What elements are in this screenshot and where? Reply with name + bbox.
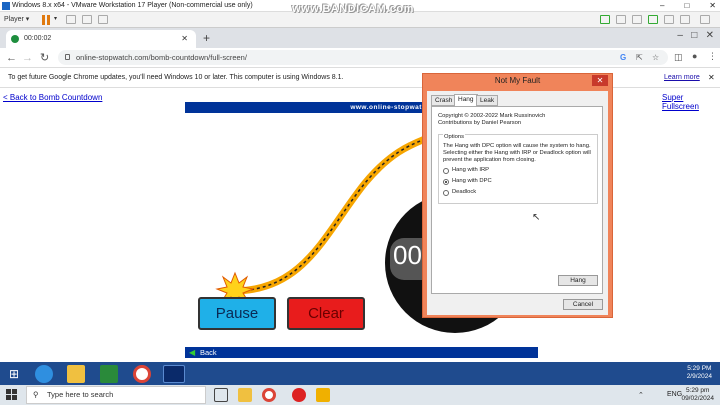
ie-icon[interactable] bbox=[35, 365, 53, 383]
options-desc-3: prevent the application from closing. bbox=[443, 157, 536, 163]
device-icon[interactable] bbox=[664, 15, 674, 24]
tab-leak[interactable]: Leak bbox=[476, 95, 499, 106]
chrome-icon[interactable] bbox=[262, 388, 276, 402]
device-icon[interactable] bbox=[680, 15, 690, 24]
vmware-window-title: Windows 8.x x64 - VMware Workstation 17 … bbox=[12, 2, 253, 9]
taskbar-search-input[interactable]: ⚲ Type here to search bbox=[26, 386, 206, 404]
radio-deadlock[interactable] bbox=[443, 190, 449, 196]
radio-label: Deadlock bbox=[452, 189, 477, 195]
pause-vm-icon[interactable] bbox=[42, 15, 45, 25]
google-icon[interactable]: G bbox=[620, 50, 626, 65]
start-windows-icon[interactable] bbox=[6, 389, 18, 401]
clear-button[interactable]: Clear bbox=[287, 297, 365, 330]
notmyfault-dialog: Not My Fault ✕ Crash Hang Leak Copyright… bbox=[422, 73, 613, 318]
back-arrow-icon: ◀ bbox=[189, 348, 196, 357]
learn-more-link[interactable]: Learn more bbox=[664, 68, 700, 88]
copyright-text: Copyright © 2002-2022 Mark Russinovich bbox=[438, 113, 546, 119]
new-tab-button[interactable]: + bbox=[203, 30, 210, 46]
timer-display: 00 bbox=[393, 240, 422, 270]
radio-hang-with-irp[interactable] bbox=[443, 168, 449, 174]
send-ctrl-alt-del-icon[interactable] bbox=[66, 15, 76, 24]
url-bar[interactable]: online-stopwatch.com/bomb-countdown/full… bbox=[58, 50, 668, 65]
tab-close-icon[interactable]: ✕ bbox=[181, 30, 188, 48]
dialog-title: Not My Fault bbox=[494, 76, 541, 85]
host-taskbar: ⚲ Type here to search ⌃ ENG 5:29 pm 09/0… bbox=[0, 385, 720, 405]
reload-icon[interactable]: ↻ bbox=[40, 50, 49, 66]
file-explorer-icon[interactable] bbox=[238, 388, 252, 402]
host-time: 5:29 pm bbox=[685, 387, 710, 394]
bookmark-star-icon[interactable]: ☆ bbox=[652, 50, 659, 65]
dialog-close-button[interactable]: ✕ bbox=[592, 75, 608, 86]
url-text: online-stopwatch.com/bomb-countdown/full… bbox=[76, 53, 247, 62]
forward-arrow-icon[interactable]: → bbox=[22, 50, 33, 66]
favicon-icon bbox=[11, 35, 19, 43]
radio-label: Hang with IRP bbox=[452, 167, 490, 173]
guest-time: 5:29 PM bbox=[687, 365, 712, 372]
radio-hang-with-dpc[interactable] bbox=[443, 179, 449, 185]
guest-start-icon[interactable]: ⊞ bbox=[5, 365, 23, 383]
radio-label: Hang with DPC bbox=[452, 178, 492, 184]
bandicam-icon[interactable] bbox=[292, 388, 306, 402]
host-clock[interactable]: 5:29 pm 09/02/2024 bbox=[681, 387, 714, 403]
guest-taskbar: ⊞ 5:29 PM 2/9/2024 bbox=[0, 362, 720, 386]
contrib-text: Contributions by Daniel Pearson bbox=[438, 120, 522, 126]
back-bar[interactable]: ◀ Back bbox=[185, 347, 538, 358]
side-panel-icon[interactable]: ◫ bbox=[674, 52, 683, 63]
infobar-text: To get future Google Chrome updates, you… bbox=[8, 74, 344, 81]
vmware-logo-icon bbox=[2, 2, 10, 10]
device-icon[interactable] bbox=[600, 15, 610, 24]
search-icon: ⚲ bbox=[33, 390, 39, 399]
bandicam-watermark: www.BANDICAM.com bbox=[292, 3, 414, 15]
options-desc-2: Selecting either the Hang with IRP or De… bbox=[443, 150, 591, 156]
search-placeholder: Type here to search bbox=[47, 390, 114, 399]
super-fullscreen-link[interactable]: Super Fullscreen bbox=[662, 93, 720, 111]
network-icon[interactable] bbox=[648, 15, 658, 24]
notmyfault-task-icon[interactable] bbox=[163, 365, 185, 383]
options-label: Options bbox=[443, 134, 465, 141]
hang-button[interactable]: Hang bbox=[558, 275, 598, 286]
minimize-button[interactable]: – bbox=[660, 0, 664, 12]
lock-icon bbox=[65, 54, 70, 60]
hang-panel: Copyright © 2002-2022 Mark Russinovich C… bbox=[431, 106, 603, 294]
back-to-bomb-link[interactable]: < Back to Bomb Countdown bbox=[3, 93, 102, 102]
language-indicator[interactable]: ENG bbox=[667, 391, 682, 398]
chrome-menu-icon[interactable]: ⋮ bbox=[708, 51, 717, 62]
unity-icon[interactable] bbox=[98, 15, 108, 24]
options-desc-1: The Hang with DPC option will cause the … bbox=[443, 143, 591, 149]
device-icon[interactable] bbox=[632, 15, 642, 24]
browser-tab[interactable]: 00:00:02 ✕ bbox=[6, 30, 196, 48]
player-menu-button[interactable]: Player ▾ bbox=[4, 13, 29, 26]
guest-clock: 5:29 PM 2/9/2024 bbox=[687, 365, 712, 381]
options-group: Options The Hang with DPC option will ca… bbox=[438, 134, 598, 204]
close-button[interactable]: ✕ bbox=[709, 0, 716, 12]
tab-crash[interactable]: Crash bbox=[431, 95, 457, 106]
cancel-button[interactable]: Cancel bbox=[563, 299, 603, 310]
task-view-icon[interactable] bbox=[214, 388, 228, 402]
fit-guest-icon[interactable] bbox=[82, 15, 92, 24]
pause-button[interactable]: Pause bbox=[198, 297, 276, 330]
guest-date: 2/9/2024 bbox=[686, 373, 712, 380]
share-icon[interactable]: ⇱ bbox=[636, 50, 643, 65]
mouse-cursor-icon: ↖ bbox=[532, 212, 541, 223]
profile-icon[interactable]: ● bbox=[692, 51, 697, 61]
window-controls: – □ ✕ bbox=[677, 30, 714, 41]
device-icon[interactable] bbox=[616, 15, 626, 24]
back-arrow-icon[interactable]: ← bbox=[6, 50, 17, 66]
menu-icon[interactable] bbox=[700, 15, 710, 24]
infobar-close-icon[interactable]: ✕ bbox=[708, 68, 715, 88]
maximize-button[interactable]: □ bbox=[684, 0, 689, 12]
vmware-icon[interactable] bbox=[316, 388, 330, 402]
host-date: 09/02/2024 bbox=[681, 395, 714, 402]
chrome-icon[interactable] bbox=[133, 365, 151, 383]
tab-title: 00:00:02 bbox=[24, 35, 52, 42]
back-label: Back bbox=[200, 348, 217, 357]
tray-arrow-icon[interactable]: ⌃ bbox=[638, 391, 644, 399]
store-icon[interactable] bbox=[100, 365, 118, 383]
file-explorer-icon[interactable] bbox=[67, 365, 85, 383]
